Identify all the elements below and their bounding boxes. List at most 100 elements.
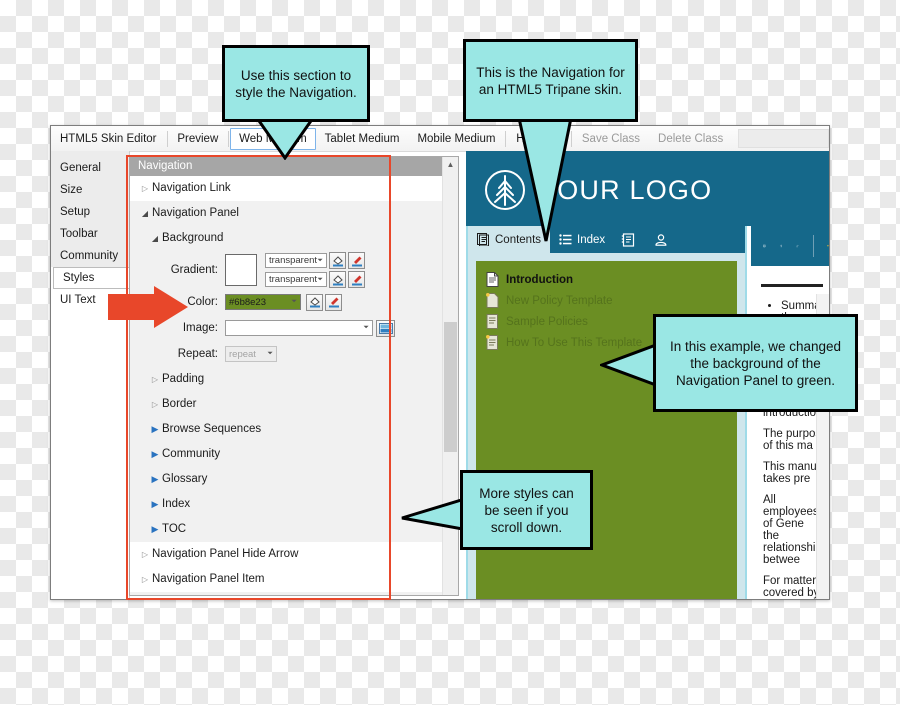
tree-node-toc[interactable]: ▶ TOC (130, 517, 443, 542)
repeat-value: repeat (229, 348, 256, 360)
print-icon[interactable] (763, 235, 766, 257)
chevron-down-icon: ⏷ (363, 324, 369, 331)
title-rule (761, 284, 823, 287)
callout-text: In this example, we changed the backgrou… (669, 338, 842, 388)
chevron-right-icon[interactable]: ▶ (130, 417, 162, 442)
gradient-stop2-fill-button[interactable] (329, 271, 346, 288)
preview-tab-glossary[interactable] (614, 226, 647, 253)
tree-node-label: Padding (162, 373, 205, 385)
tree-node-label: Index (162, 498, 191, 510)
tree-node-navigation-panel[interactable]: ◢ Navigation Panel (130, 201, 443, 226)
toc-item-label: Introduction (506, 273, 574, 286)
community-icon (655, 233, 667, 246)
chevron-down-icon: ⏷ (317, 275, 323, 283)
filter-icon[interactable] (827, 237, 829, 255)
tree-node-label: Navigation Panel Item (152, 573, 265, 585)
chevron-right-icon[interactable]: ▷ (130, 542, 152, 567)
chevron-right-icon[interactable]: ▷ (130, 367, 162, 392)
scrollbar-thumb[interactable] (444, 322, 457, 452)
preview-content-pane: Summarize the Identify the docu List rel… (750, 226, 829, 599)
gradient-stop1-value: transparent (269, 255, 318, 266)
tree-node-glossary[interactable]: ▶ Glossary (130, 467, 443, 492)
tree-node-label: Navigation Panel (152, 207, 239, 219)
sidebar-item-toolbar[interactable]: Toolbar (51, 223, 129, 245)
gradient-preview-swatch[interactable] (225, 254, 257, 286)
tree-node-label: Community (162, 448, 221, 460)
image-browse-button[interactable] (376, 319, 395, 337)
content-toolbar (751, 226, 829, 266)
chevron-right-icon[interactable]: ▷ (130, 176, 152, 201)
preview-tabbar: Contents Index (466, 226, 747, 253)
sidebar-top-group: General Size Setup Toolbar Community (51, 151, 129, 267)
sidebar-item-general[interactable]: General (51, 157, 129, 179)
field-gradient: Gradient: transparent ⏷ transparent ⏷ (130, 251, 443, 289)
gradient-stop1-picker-button[interactable] (348, 252, 365, 269)
toolbar-item-delete-class[interactable]: Delete Class (649, 127, 732, 151)
chevron-down-icon: ⏷ (267, 350, 273, 357)
topic-new-icon (486, 335, 498, 350)
toc-item-introduction[interactable]: Introduction (476, 269, 737, 290)
gradient-stop1-select[interactable]: transparent ⏷ (265, 253, 327, 268)
properties-grid: Navigation ▷ Navigation Link ◢ Navigatio… (130, 157, 443, 595)
callout-tail-html5-tripane (517, 118, 573, 242)
chevron-down-icon[interactable]: ◢ (130, 201, 152, 226)
chevron-right-icon[interactable]: ▶ (130, 517, 162, 542)
image-path-select[interactable]: ⏷ (225, 320, 373, 336)
toolbar-item-save-class[interactable]: Save Class (573, 127, 649, 151)
gradient-stop1-fill-button[interactable] (329, 252, 346, 269)
remove-highlight-icon[interactable] (796, 235, 799, 257)
toolbar-item-html5-skin-editor[interactable]: HTML5 Skin Editor (51, 127, 166, 151)
tree-node-index[interactable]: ▶ Index (130, 492, 443, 517)
expand-all-icon[interactable] (779, 236, 783, 256)
toolbar-separator (505, 130, 507, 147)
glossary-icon (621, 232, 635, 247)
tree-node-community[interactable]: ▶ Community (130, 442, 443, 467)
toolbar-class-field[interactable] (738, 129, 829, 148)
tree-node-navigation-panel-hide-arrow[interactable]: ▷ Navigation Panel Hide Arrow (130, 542, 443, 567)
toolbar-item-preview[interactable]: Preview (168, 127, 227, 151)
preview-tab-community[interactable] (647, 226, 680, 253)
tree-node-browse-sequences[interactable]: ▶ Browse Sequences (130, 417, 443, 442)
tree-node-navigation-panel-item[interactable]: ▷ Navigation Panel Item (130, 567, 443, 592)
callout-scroll-down: More styles can be seen if you scroll do… (460, 470, 593, 550)
tree-node-background[interactable]: ◢ Background (130, 226, 443, 251)
scroll-up-button[interactable]: ▲ (443, 157, 458, 172)
field-label-repeat: Repeat: (177, 348, 218, 360)
chevron-right-icon[interactable]: ▶ (130, 467, 162, 492)
gradient-stop2-picker-button[interactable] (348, 271, 365, 288)
field-repeat: Repeat: repeat ⏷ (130, 341, 443, 367)
toc-item-label: Sample Policies (506, 315, 588, 328)
color-fill-button[interactable] (306, 293, 323, 311)
toc-item-new-policy-template[interactable]: New Policy Template (476, 290, 737, 311)
toolbar-item-mobile-medium[interactable]: Mobile Medium (408, 127, 504, 151)
chevron-right-icon[interactable]: ▶ (130, 492, 162, 517)
category-sidebar: General Size Setup Toolbar Community Sty… (51, 151, 130, 599)
color-value: #6b8e23 (229, 296, 266, 308)
top-toolbar: HTML5 Skin Editor Preview Web Medium Tab… (51, 126, 829, 152)
color-field-pointer-arrow (108, 286, 188, 328)
tree-node-border[interactable]: ▷ Border (130, 392, 443, 417)
repeat-select[interactable]: repeat ⏷ (225, 346, 277, 362)
gradient-stop2-select[interactable]: transparent ⏷ (265, 272, 327, 287)
color-eyedropper-button[interactable] (325, 293, 342, 311)
sidebar-item-setup[interactable]: Setup (51, 201, 129, 223)
sidebar-item-size[interactable]: Size (51, 179, 129, 201)
chevron-right-icon[interactable]: ▷ (130, 567, 152, 592)
tree-node-label: Glossary (162, 473, 208, 485)
chevron-down-icon: ⏷ (317, 256, 323, 264)
callout-text: Use this section to style the Navigation… (235, 67, 357, 100)
toc-item-label: New Policy Template (506, 294, 613, 307)
toolbar-item-tablet-medium[interactable]: Tablet Medium (316, 127, 409, 151)
topic-icon (486, 314, 498, 329)
callout-text: This is the Navigation for an HTML5 Trip… (476, 64, 625, 97)
sidebar-item-community[interactable]: Community (51, 245, 129, 267)
callout-tail-style-nav (255, 118, 315, 160)
color-value-select[interactable]: #6b8e23 ⏷ (225, 294, 301, 310)
tree-node-padding[interactable]: ▷ Padding (130, 367, 443, 392)
chevron-right-icon[interactable]: ▶ (130, 442, 162, 467)
chevron-down-icon[interactable]: ◢ (130, 226, 162, 251)
tree-node-navigation-link[interactable]: ▷ Navigation Link (130, 176, 443, 201)
chevron-down-icon: ⏷ (291, 298, 297, 305)
chevron-right-icon[interactable]: ▷ (130, 392, 162, 417)
callout-text: More styles can be seen if you scroll do… (479, 485, 574, 535)
